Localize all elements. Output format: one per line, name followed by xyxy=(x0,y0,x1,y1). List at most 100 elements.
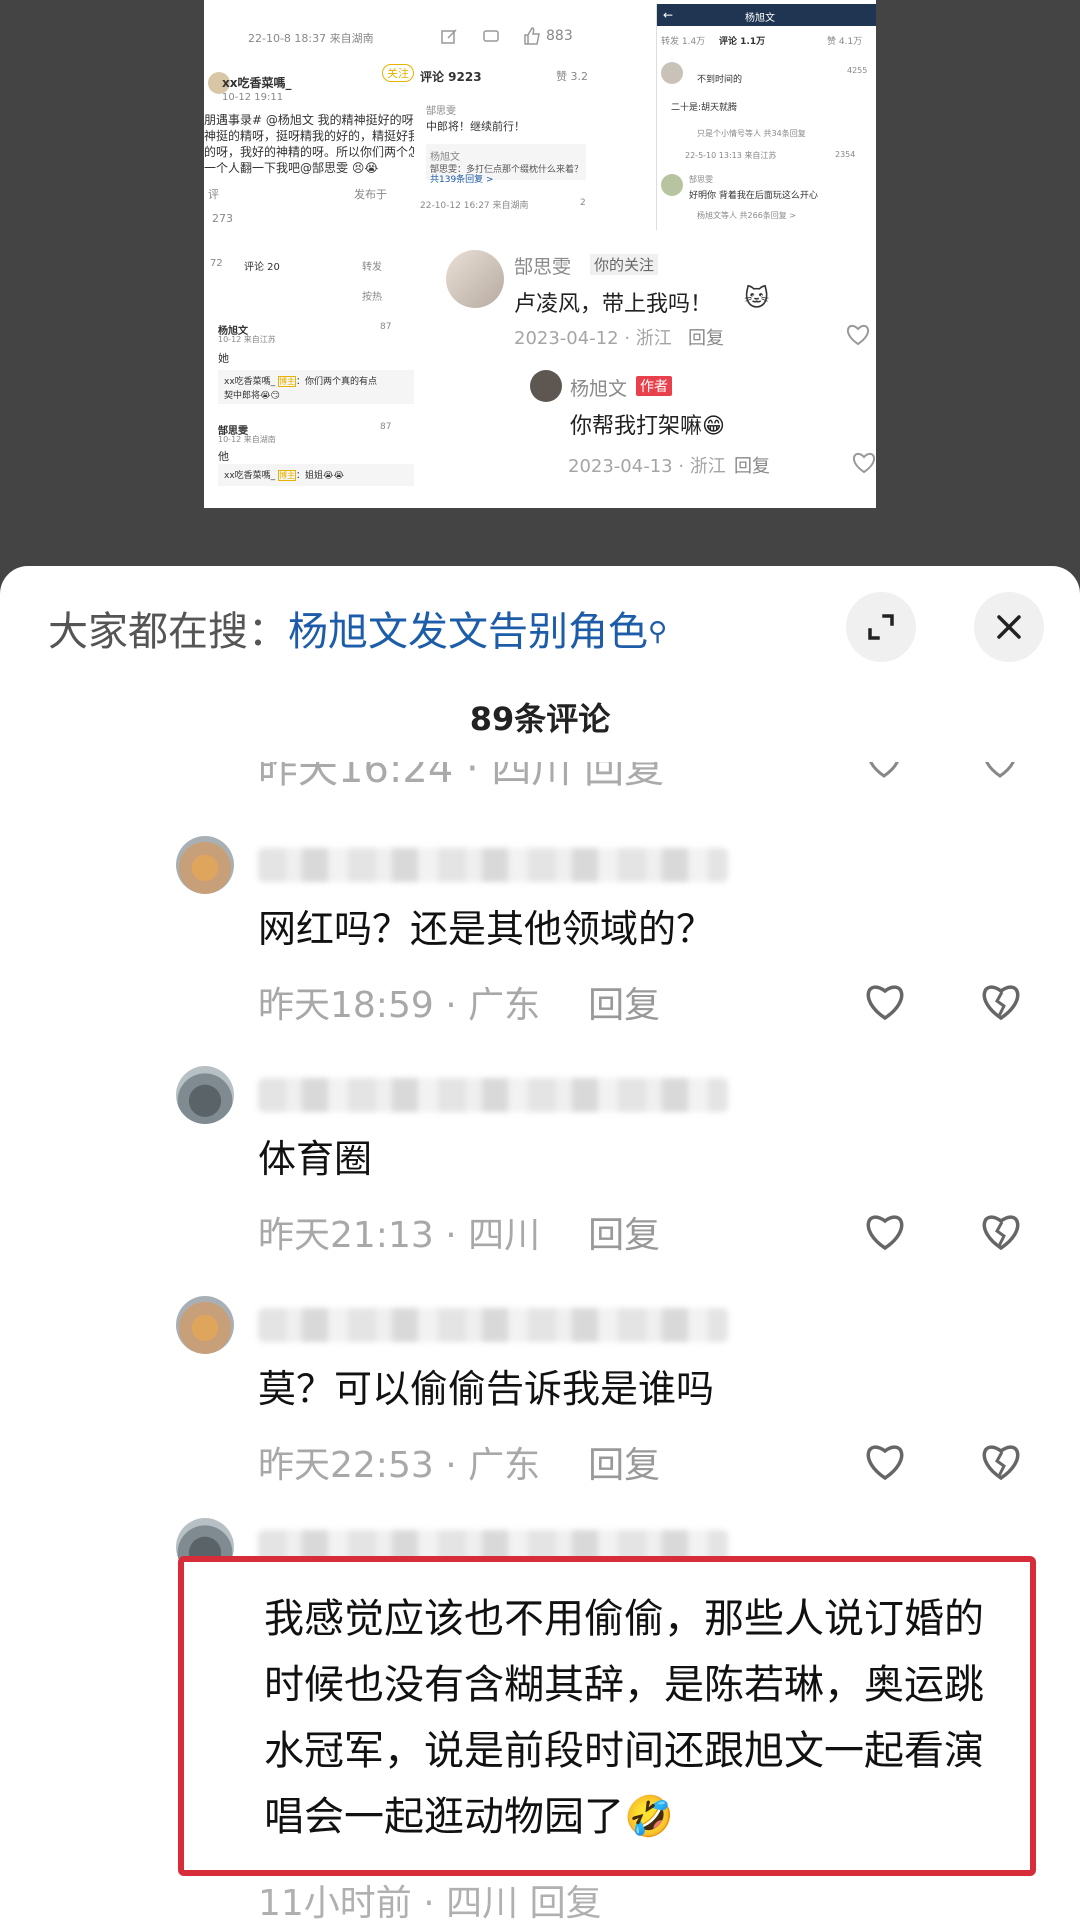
comment-region: 广东 xyxy=(468,1445,541,1486)
reply-text: 契中郎将😭😏 xyxy=(224,391,280,401)
commenter-name-blurred xyxy=(258,1078,728,1112)
reply-user: xx吃香菜嗎_ xyxy=(224,377,276,387)
heart-icon xyxy=(864,762,904,786)
comment-text: 他 xyxy=(218,450,229,463)
post-stat: 273 xyxy=(212,212,233,225)
avatar[interactable] xyxy=(176,1066,234,1124)
comment-sheet: 大家都在搜：杨旭文发文告别角色⚲ 89条评论 昨天16:24 · 四川 回复 网… xyxy=(0,566,1080,1920)
trending-search[interactable]: 大家都在搜：杨旭文发文告别角色⚲ xyxy=(48,602,667,662)
expand-icon xyxy=(868,614,894,640)
likes-count: 4255 xyxy=(847,66,868,75)
avatar[interactable] xyxy=(176,836,234,894)
reply-button[interactable]: 回复 xyxy=(588,985,660,1026)
avatar xyxy=(661,62,683,84)
comment-text: 你帮我打架嘛😁 xyxy=(570,414,725,439)
comment-time: 10-12 来自湖南 xyxy=(218,435,276,444)
post-user: xx吃香菜嗎_ xyxy=(222,76,292,90)
count-line: 2354 xyxy=(835,150,856,159)
user-line: 郜思雯 xyxy=(689,175,713,184)
dislike-icon xyxy=(980,762,1020,786)
tab-repost: 转发 1.4万 xyxy=(661,37,706,47)
avatar xyxy=(530,370,562,402)
post-body: 朋遇事录# @杨旭文 我的精神挺好的呀， 神挺的精呀，挺呀精我的好的，精挺好我 … xyxy=(204,112,414,176)
text-line: 不到时间的 xyxy=(697,75,743,85)
text-line: 好明你 背着我在后面玩这么开心 xyxy=(689,191,818,201)
comment-likes: 2 xyxy=(580,198,586,208)
reply-user: xx吃香菜嗎_ xyxy=(224,471,276,481)
cropped-comment-meta: 昨天16:24 · 四川 回复 xyxy=(258,762,1018,786)
broken-heart-icon xyxy=(982,985,1020,1021)
screenshot-collage: 22-10-8 18:37 来自湖南 关注 xx吃香菜嗎_ 10-12 19:1… xyxy=(204,0,876,508)
comment-time: 昨天21:13 xyxy=(258,1215,434,1256)
commenter-name: 郜思雯 xyxy=(514,256,572,278)
post-line: 朋遇事录# @杨旭文 我的精神挺好的呀， xyxy=(204,113,414,127)
author-badge: 作者 xyxy=(636,376,672,396)
collage-post-panel: 22-10-8 18:37 来自湖南 关注 xx吃香菜嗎_ 10-12 19:1… xyxy=(204,0,414,235)
list-item: 莫？可以偷偷告诉我是谁吗 昨天22:53 · 广东 回复 xyxy=(0,1296,1080,1496)
trending-prefix: 大家都在搜： xyxy=(48,609,288,655)
trending-keyword[interactable]: 杨旭文发文告别角色 xyxy=(288,609,648,655)
commenter-name: 杨旭文 xyxy=(570,378,628,400)
dislike-button[interactable] xyxy=(974,974,1028,1028)
share-icon xyxy=(440,28,458,50)
comment-likes: 87 xyxy=(380,322,392,332)
cat-emoji-icon: 🐱 xyxy=(744,284,770,312)
post-cut: 评 xyxy=(208,188,219,201)
broken-heart-icon xyxy=(982,1215,1020,1251)
more-replies: 共139条回复 > xyxy=(430,175,494,185)
comment-meta: 昨天21:13 · 四川 回复 xyxy=(258,1215,661,1256)
close-icon xyxy=(997,615,1021,639)
reply-line: xx吃香菜嗎_ 博主：你们两个真的有点 xyxy=(224,374,377,387)
comment-likes: 87 xyxy=(380,422,392,432)
reply-count: 只是个小情号等人 共34条回复 xyxy=(697,129,806,138)
comment-text: 卢凌风，带上我吗！ xyxy=(514,292,713,317)
reply-user: 杨旭文 xyxy=(430,152,460,163)
reply-button[interactable]: 回复 xyxy=(588,1215,660,1256)
reply-text: ：姐姐😭😭 xyxy=(296,471,345,481)
comment-meta: 昨天22:53 · 广东 回复 xyxy=(258,1445,661,1486)
like-button[interactable] xyxy=(858,1204,912,1258)
sort-label: 按热 xyxy=(362,292,382,303)
comment-count-title: 89条评论 xyxy=(469,700,611,738)
highlighted-comment: 我感觉应该也不用偷偷，那些人说订婚的时候也没有含糊其辞，是陈若琳，奥运跳水冠军，… xyxy=(178,1556,1036,1876)
like-count: 883 xyxy=(546,28,573,44)
reply-button: 回复 xyxy=(688,328,724,349)
following-tag: 你的关注 xyxy=(590,254,659,275)
heart-icon xyxy=(846,324,870,350)
heart-icon xyxy=(866,1215,904,1251)
follow-button: 关注 xyxy=(382,64,414,82)
dislike-button[interactable] xyxy=(974,1434,1028,1488)
close-button[interactable] xyxy=(974,592,1044,662)
list-item: 网红吗？还是其他领域的？ 昨天18:59 · 广东 回复 xyxy=(0,836,1080,1036)
comment-text: 体育圈 xyxy=(258,1137,373,1181)
expand-button[interactable] xyxy=(846,592,916,662)
collage-comment-panel: 评论 9223 赞 3.2 郜思雯 中郎将！继续前行！ 杨旭文 郜思雯：多打仨点… xyxy=(416,58,596,230)
commenter-name-blurred xyxy=(258,848,728,882)
comment-time: 22-10-12 16:27 来自湖南 xyxy=(420,201,529,211)
comment-time: 昨天22:53 xyxy=(258,1445,434,1486)
post-time: 10-12 19:11 xyxy=(222,92,284,103)
collage-comments20-panel: 72 评论 20 转发 按热 杨旭文 10-12 来自江苏 87 她 xx吃香菜… xyxy=(204,248,414,508)
time-line: 22-5-10 13:13 来自江苏 xyxy=(685,151,777,160)
tab-comments: 评论 1.1万 xyxy=(719,37,766,47)
heart-icon xyxy=(852,452,876,478)
post-meta: 22-10-8 18:37 来自湖南 xyxy=(248,32,374,45)
comment-time: 10-12 来自江苏 xyxy=(218,335,276,344)
reply-count: 杨旭文等人 共266条回复 > xyxy=(697,211,797,220)
reply-button[interactable]: 回复 xyxy=(588,1445,660,1486)
back-icon: ← xyxy=(663,8,674,22)
cropped-meta-text: 昨天16:24 · 四川 回复 xyxy=(258,762,665,786)
comment-text: 她 xyxy=(218,352,229,365)
avatar[interactable] xyxy=(176,1296,234,1354)
dislike-button[interactable] xyxy=(974,1204,1028,1258)
comment-meta: 2023-04-13 · 浙江 xyxy=(568,456,726,477)
like-button[interactable] xyxy=(858,1434,912,1488)
highlighted-comment-text: 我感觉应该也不用偷偷，那些人说订婚的时候也没有含糊其辞，是陈若琳，奥运跳水冠军，… xyxy=(264,1596,984,1840)
like-button[interactable] xyxy=(858,974,912,1028)
badge: 博主 xyxy=(278,470,297,481)
post-footer: 发布于 xyxy=(354,188,387,201)
avatar xyxy=(661,174,683,196)
comment-time: 昨天18:59 xyxy=(258,985,434,1026)
like-icon xyxy=(522,26,542,50)
reply-button: 回复 xyxy=(734,456,770,477)
